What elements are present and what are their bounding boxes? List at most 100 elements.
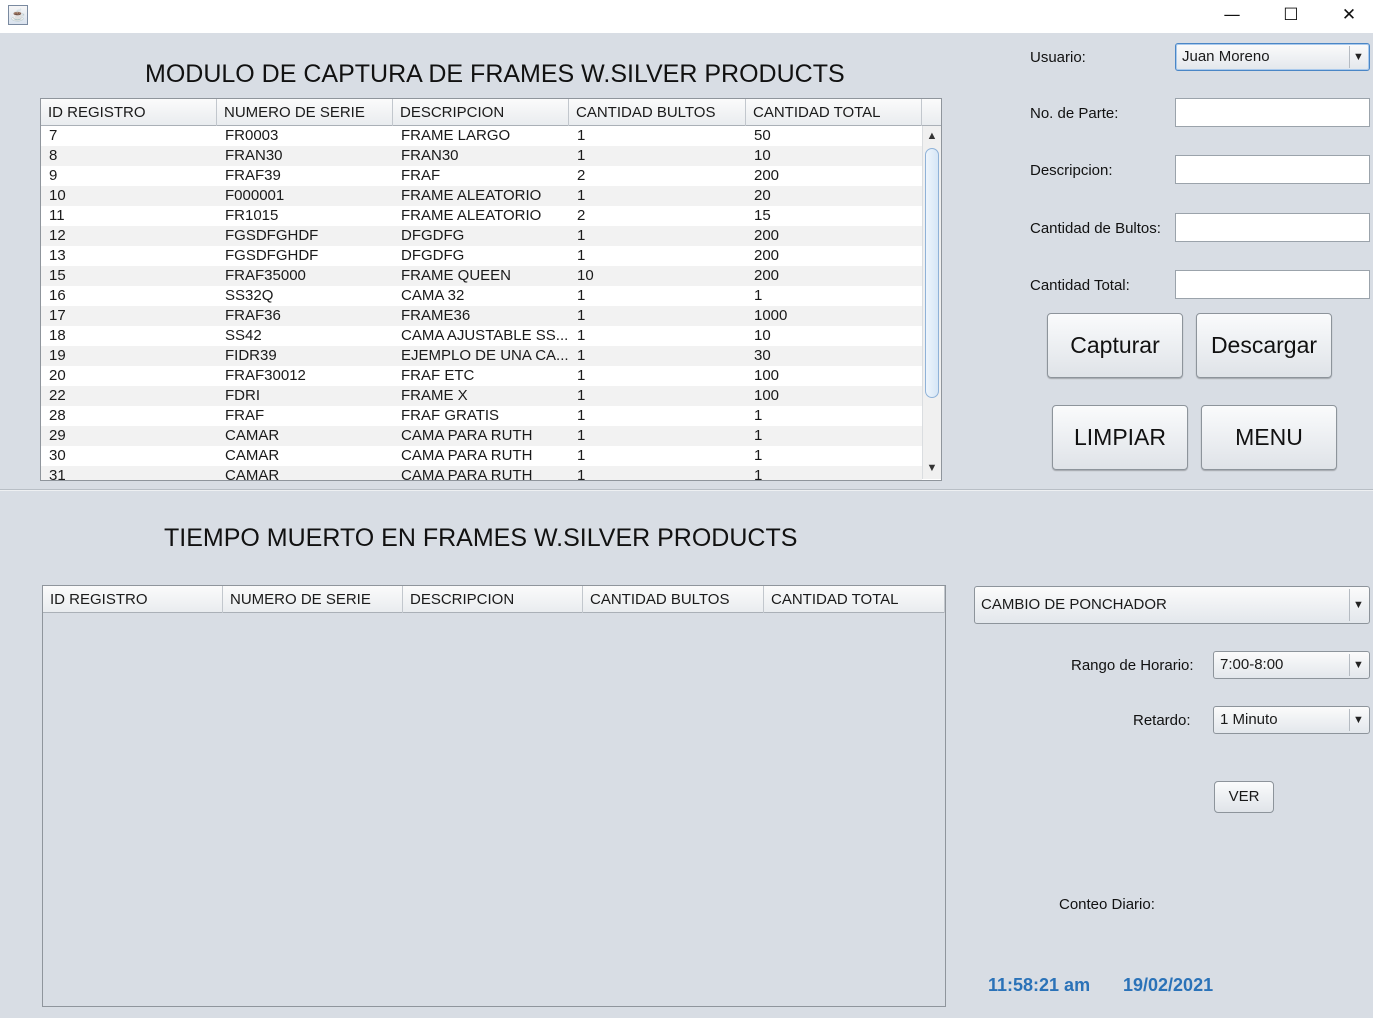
- table-cell: 1: [577, 367, 586, 384]
- capturar-button[interactable]: Capturar: [1047, 313, 1183, 378]
- column-header[interactable]: CANTIDAD TOTAL: [764, 586, 945, 613]
- descripcion-field[interactable]: [1175, 155, 1370, 184]
- table-row[interactable]: 29 CAMAR CAMA PARA RUTH 1 1: [41, 426, 922, 446]
- table-cell: FRAF ETC: [401, 367, 475, 384]
- table-row[interactable]: 10 F000001 FRAME ALEATORIO 1 20: [41, 186, 922, 206]
- table-row[interactable]: 19 FIDR39 EJEMPLO DE UNA CA... 1 30: [41, 346, 922, 366]
- bultos-field[interactable]: [1175, 213, 1370, 242]
- table-cell: DFGDFG: [401, 247, 465, 264]
- table-cell: F000001: [225, 187, 285, 204]
- column-header[interactable]: ID REGISTRO: [41, 99, 217, 126]
- table-cell: 1: [577, 147, 586, 164]
- table-cell: 13: [49, 247, 66, 264]
- table-cell: EJEMPLO DE UNA CA...: [401, 347, 569, 364]
- table-cell: 8: [49, 147, 58, 164]
- table-row[interactable]: 11 FR1015 FRAME ALEATORIO 2 15: [41, 206, 922, 226]
- table-cell: CAMA PARA RUTH: [401, 447, 533, 464]
- parte-field[interactable]: [1175, 98, 1370, 127]
- table-cell: 16: [49, 287, 66, 304]
- table-cell: 11: [49, 207, 65, 224]
- java-icon: ☕: [8, 5, 28, 25]
- title-bar: ☕ — ☐ ✕: [0, 0, 1373, 33]
- table-cell: SS42: [225, 327, 262, 344]
- column-header[interactable]: CANTIDAD BULTOS: [569, 99, 746, 126]
- column-header[interactable]: DESCRIPCION: [403, 586, 583, 613]
- table-body[interactable]: [43, 613, 945, 1006]
- table-row[interactable]: 31 CAMAR CAMA PARA RUTH 1 1: [41, 466, 922, 480]
- table-row[interactable]: 9 FRAF39 FRAF 2 200: [41, 166, 922, 186]
- table-body[interactable]: 7 FR0003 FRAME LARGO 1 50 8 FRAN30 FRAN30 1 10 9 FR…: [41, 126, 922, 480]
- maximize-button[interactable]: ☐: [1262, 0, 1320, 30]
- scroll-thumb[interactable]: [925, 148, 939, 398]
- table-cell: 200: [754, 267, 780, 284]
- table-cell: FGSDFGHDF: [225, 227, 319, 244]
- table-cell: FRAN30: [225, 147, 283, 164]
- downtime-table[interactable]: ID REGISTRO NUMERO DE SERIE DESCRIPCION CAN…: [42, 585, 946, 1007]
- column-header[interactable]: CANTIDAD BULTOS: [583, 586, 764, 613]
- table-row[interactable]: 7 FR0003 FRAME LARGO 1 50: [41, 126, 922, 146]
- column-header[interactable]: DESCRIPCION: [393, 99, 569, 126]
- table-cell: FDRI: [225, 387, 260, 404]
- chevron-down-icon: ▼: [1349, 654, 1367, 676]
- table-row[interactable]: 30 CAMAR CAMA PARA RUTH 1 1: [41, 446, 922, 466]
- bultos-label: Cantidad de Bultos:: [1030, 220, 1161, 237]
- scroll-up-icon[interactable]: ▲: [923, 127, 941, 145]
- table-cell: 200: [754, 167, 780, 184]
- table-cell: 1: [577, 447, 586, 464]
- chevron-down-icon: ▼: [1349, 709, 1367, 731]
- column-header[interactable]: ID REGISTRO: [43, 586, 223, 613]
- menu-button[interactable]: MENU: [1201, 405, 1337, 470]
- table-cell: 200: [754, 247, 780, 264]
- table-row[interactable]: 12 FGSDFGHDF DFGDFG 1 200: [41, 226, 922, 246]
- usuario-label: Usuario:: [1030, 49, 1086, 66]
- limpiar-button[interactable]: LIMPIAR: [1052, 405, 1188, 470]
- table-cell: CAMA PARA RUTH: [401, 467, 533, 480]
- rango-select[interactable]: 7:00-8:00 ▼: [1213, 651, 1370, 679]
- table-cell: FGSDFGHDF: [225, 247, 319, 264]
- usuario-select[interactable]: Juan Moreno ▼: [1175, 43, 1370, 71]
- table-cell: FR0003: [225, 127, 279, 144]
- descargar-button[interactable]: Descargar: [1196, 313, 1332, 378]
- table-row[interactable]: 20 FRAF30012 FRAF ETC 1 100: [41, 366, 922, 386]
- table-cell: DFGDFG: [401, 227, 465, 244]
- minimize-button[interactable]: —: [1203, 0, 1261, 30]
- table-cell: 10: [754, 147, 771, 164]
- close-button[interactable]: ✕: [1320, 0, 1373, 30]
- table-cell: 29: [49, 427, 66, 444]
- table-cell: FRAME X: [401, 387, 468, 404]
- table-row[interactable]: 28 FRAF FRAF GRATIS 1 1: [41, 406, 922, 426]
- table-cell: FRAF39: [225, 167, 281, 184]
- table-cell: 100: [754, 387, 780, 404]
- vertical-scrollbar[interactable]: ▲ ▼: [922, 126, 941, 479]
- table-row[interactable]: 22 FDRI FRAME X 1 100: [41, 386, 922, 406]
- column-header[interactable]: NUMERO DE SERIE: [217, 99, 393, 126]
- table-cell: 1: [577, 247, 586, 264]
- scroll-down-icon[interactable]: ▼: [923, 459, 941, 477]
- table-row[interactable]: 13 FGSDFGHDF DFGDFG 1 200: [41, 246, 922, 266]
- rango-select-value: 7:00-8:00: [1220, 656, 1284, 673]
- column-header[interactable]: CANTIDAD TOTAL: [746, 99, 922, 126]
- table-row[interactable]: 8 FRAN30 FRAN30 1 10: [41, 146, 922, 166]
- table-cell: 10: [577, 267, 594, 284]
- total-field[interactable]: [1175, 270, 1370, 299]
- table-cell: 1: [577, 127, 586, 144]
- reason-select[interactable]: CAMBIO DE PONCHADOR ▼: [974, 586, 1370, 624]
- ver-button[interactable]: VER: [1214, 781, 1274, 813]
- table-cell: 10: [754, 327, 771, 344]
- table-cell: 1: [577, 187, 586, 204]
- column-header[interactable]: NUMERO DE SERIE: [223, 586, 403, 613]
- table-cell: 1: [754, 407, 763, 424]
- table-row[interactable]: 15 FRAF35000 FRAME QUEEN 10 200: [41, 266, 922, 286]
- downtime-title: TIEMPO MUERTO EN FRAMES W.SILVER PRODUCT…: [164, 524, 798, 552]
- table-row[interactable]: 17 FRAF36 FRAME36 1 1000: [41, 306, 922, 326]
- table-cell: CAMA PARA RUTH: [401, 427, 533, 444]
- table-cell: 1: [577, 287, 586, 304]
- table-cell: FIDR39: [225, 347, 277, 364]
- retardo-select[interactable]: 1 Minuto ▼: [1213, 706, 1370, 734]
- retardo-select-value: 1 Minuto: [1220, 711, 1278, 728]
- table-row[interactable]: 16 SS32Q CAMA 32 1 1: [41, 286, 922, 306]
- table-cell: FRAME ALEATORIO: [401, 207, 542, 224]
- table-cell: 1: [577, 427, 586, 444]
- table-row[interactable]: 18 SS42 CAMA AJUSTABLE SS... 1 10: [41, 326, 922, 346]
- capture-table[interactable]: ID REGISTRO NUMERO DE SERIE DESCRIPCION CAN…: [40, 98, 942, 481]
